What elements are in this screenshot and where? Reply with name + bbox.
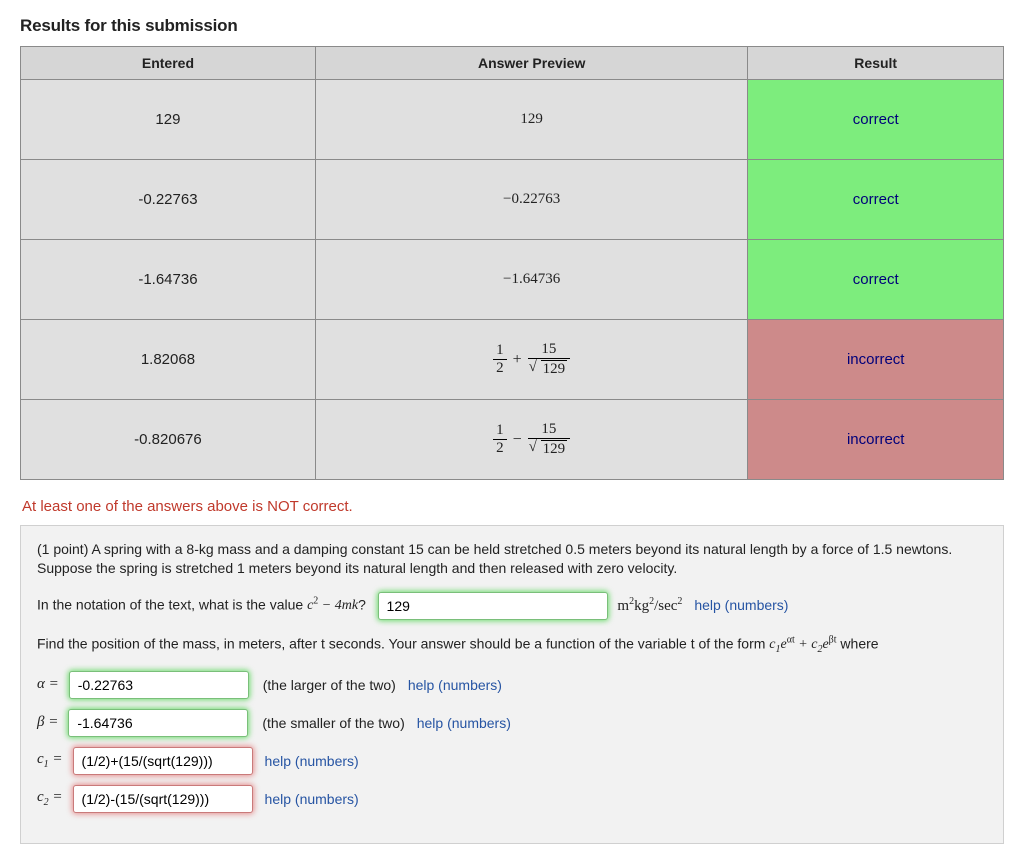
result-cell: correct <box>748 160 1004 240</box>
result-cell: incorrect <box>748 320 1004 400</box>
input-alpha[interactable] <box>69 671 249 699</box>
results-table: Entered Answer Preview Result 129129corr… <box>20 46 1004 480</box>
input-c2[interactable] <box>73 785 253 813</box>
result-cell: correct <box>748 80 1004 160</box>
help-link[interactable]: help (numbers) <box>265 791 359 807</box>
warning-text: At least one of the answers above is NOT… <box>22 498 1004 515</box>
col-result: Result <box>748 47 1004 80</box>
table-row: -0.22763−0.22763correct <box>21 160 1004 240</box>
preview-cell: 12+15129 <box>315 320 748 400</box>
preview-cell: 129 <box>315 80 748 160</box>
problem-intro: (1 point) A spring with a 8-kg mass and … <box>37 540 987 578</box>
beta-row: β = (the smaller of the two) help (numbe… <box>37 709 987 737</box>
help-link[interactable]: help (numbers) <box>408 677 502 693</box>
units-label: m2kg2/sec2 <box>617 598 682 614</box>
input-c2-4mk[interactable] <box>378 592 608 620</box>
table-row: 129129correct <box>21 80 1004 160</box>
col-preview: Answer Preview <box>315 47 748 80</box>
page-title: Results for this submission <box>20 16 1004 36</box>
entered-cell: -1.64736 <box>21 240 316 320</box>
entered-cell: -0.820676 <box>21 400 316 480</box>
preview-cell: −0.22763 <box>315 160 748 240</box>
entered-cell: 1.82068 <box>21 320 316 400</box>
input-c1[interactable] <box>73 747 253 775</box>
table-row: -0.82067612−15129incorrect <box>21 400 1004 480</box>
question-2: Find the position of the mass, in meters… <box>37 634 987 657</box>
entered-cell: 129 <box>21 80 316 160</box>
result-cell: incorrect <box>748 400 1004 480</box>
help-link[interactable]: help (numbers) <box>265 753 359 769</box>
c1-label: c1 = <box>37 751 63 770</box>
alpha-row: α = (the larger of the two) help (number… <box>37 671 987 699</box>
table-row: 1.8206812+15129incorrect <box>21 320 1004 400</box>
result-cell: correct <box>748 240 1004 320</box>
alpha-label: α = <box>37 676 59 693</box>
preview-cell: −1.64736 <box>315 240 748 320</box>
help-link[interactable]: help (numbers) <box>417 715 511 731</box>
question-1: In the notation of the text, what is the… <box>37 592 987 620</box>
input-beta[interactable] <box>68 709 248 737</box>
preview-cell: 12−15129 <box>315 400 748 480</box>
alpha-aux: (the larger of the two) <box>263 677 396 693</box>
entered-cell: -0.22763 <box>21 160 316 240</box>
problem-box: (1 point) A spring with a 8-kg mass and … <box>20 525 1004 844</box>
col-entered: Entered <box>21 47 316 80</box>
c2-label: c2 = <box>37 789 63 808</box>
beta-aux: (the smaller of the two) <box>262 715 404 731</box>
c1-row: c1 = help (numbers) <box>37 747 987 775</box>
c2-row: c2 = help (numbers) <box>37 785 987 813</box>
help-link[interactable]: help (numbers) <box>694 597 788 613</box>
beta-label: β = <box>37 714 58 731</box>
table-row: -1.64736−1.64736correct <box>21 240 1004 320</box>
